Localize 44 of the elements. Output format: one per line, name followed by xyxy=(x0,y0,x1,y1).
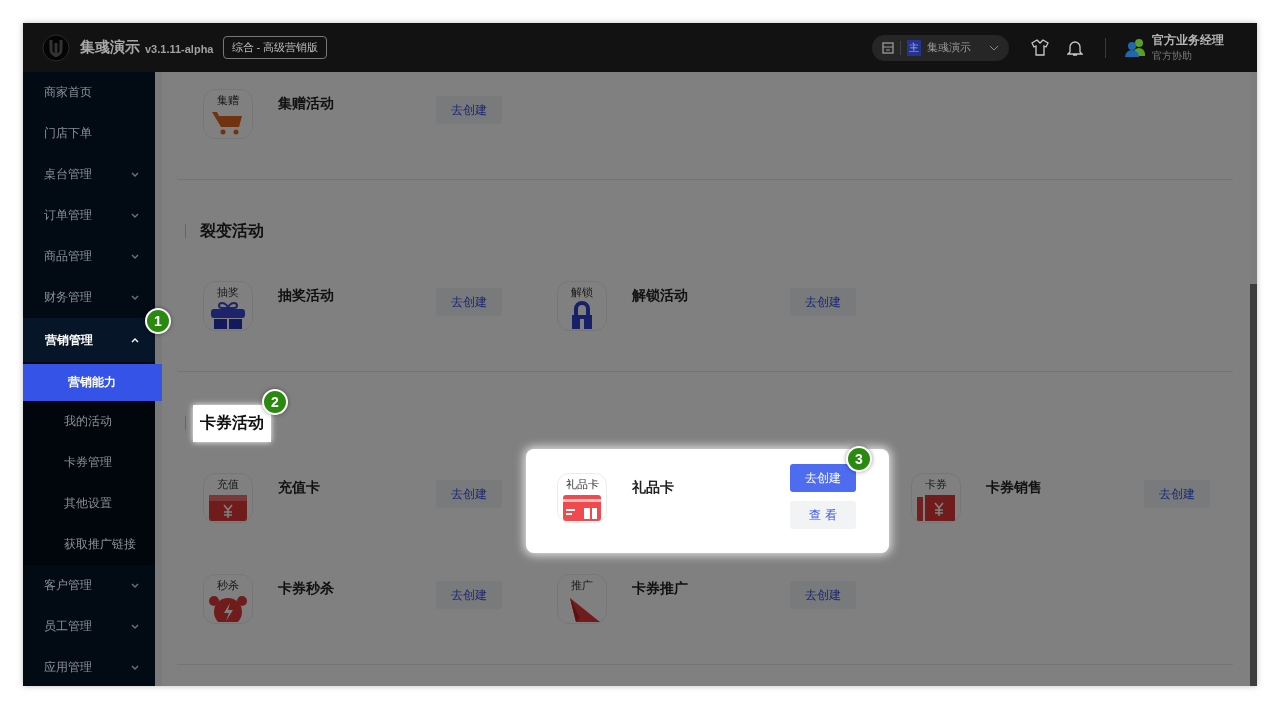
icon-label: 推广 xyxy=(571,579,593,592)
app-name: 集彧演示 xyxy=(80,38,140,57)
icon-label: 充值 xyxy=(217,478,239,491)
sidebar-subitem[interactable]: 获取推广链接 xyxy=(23,524,155,565)
activity-name: 卡券推广 xyxy=(632,580,689,598)
activity-name: 卡券销售 xyxy=(986,479,1043,497)
sidebar-subitem[interactable]: 营销能力 xyxy=(23,364,162,401)
sidebar-item[interactable]: 订单管理 xyxy=(23,195,155,236)
icon-label: 礼品卡 xyxy=(565,478,599,491)
sidebar-item[interactable]: 商品管理 xyxy=(23,236,155,277)
icon-label: 卡券 xyxy=(925,478,947,491)
icon-label: 抽奖 xyxy=(217,286,239,299)
activity-name: 卡券秒杀 xyxy=(278,580,335,598)
icon-label: 集赠 xyxy=(217,94,239,107)
create-button[interactable]: 去创建 xyxy=(790,464,856,492)
view-button[interactable]: 查 看 xyxy=(790,501,856,529)
sidebar-item[interactable]: 桌台管理 xyxy=(23,154,155,195)
user-role: 官方协助 xyxy=(1152,49,1193,63)
edition-tag: 综合 - 高级营销版 xyxy=(222,36,328,59)
sidebar-item[interactable]: 商家首页 xyxy=(23,72,155,113)
icon-label: 秒杀 xyxy=(217,579,239,592)
sidebar-item[interactable]: 客户管理 xyxy=(23,565,155,606)
store-tag: 主 xyxy=(907,39,921,56)
step-badge: 2 xyxy=(262,388,288,415)
section-title: 裂变活动 xyxy=(200,220,264,241)
version-label: v3.1.11-alpha xyxy=(145,43,214,55)
activity-name: 集赠活动 xyxy=(278,95,335,113)
user-name: 官方业务经理 xyxy=(1152,32,1224,49)
store-selector[interactable]: 主 集彧演示 xyxy=(872,34,1009,61)
activity-name: 解锁活动 xyxy=(632,287,689,305)
sidebar-item[interactable]: 营销管理 xyxy=(23,318,155,362)
sidebar-subitem[interactable]: 我的活动 xyxy=(23,401,155,442)
activity-name: 充值卡 xyxy=(278,479,321,497)
sidebar-item[interactable]: 应用管理 xyxy=(23,647,155,686)
sidebar-item[interactable]: 员工管理 xyxy=(23,606,155,647)
sidebar-subitem[interactable]: 其他设置 xyxy=(23,483,155,524)
section-title: 卡券活动 xyxy=(193,404,271,442)
activity-name: 礼品卡 xyxy=(632,479,675,497)
sidebar-subitem[interactable]: 卡券管理 xyxy=(23,442,155,483)
step-badge: 3 xyxy=(846,446,872,472)
icon-label: 解锁 xyxy=(571,286,593,299)
activity-name: 抽奖活动 xyxy=(278,287,335,305)
store-name: 集彧演示 xyxy=(927,40,972,55)
sidebar-item[interactable]: 门店下单 xyxy=(23,113,155,154)
